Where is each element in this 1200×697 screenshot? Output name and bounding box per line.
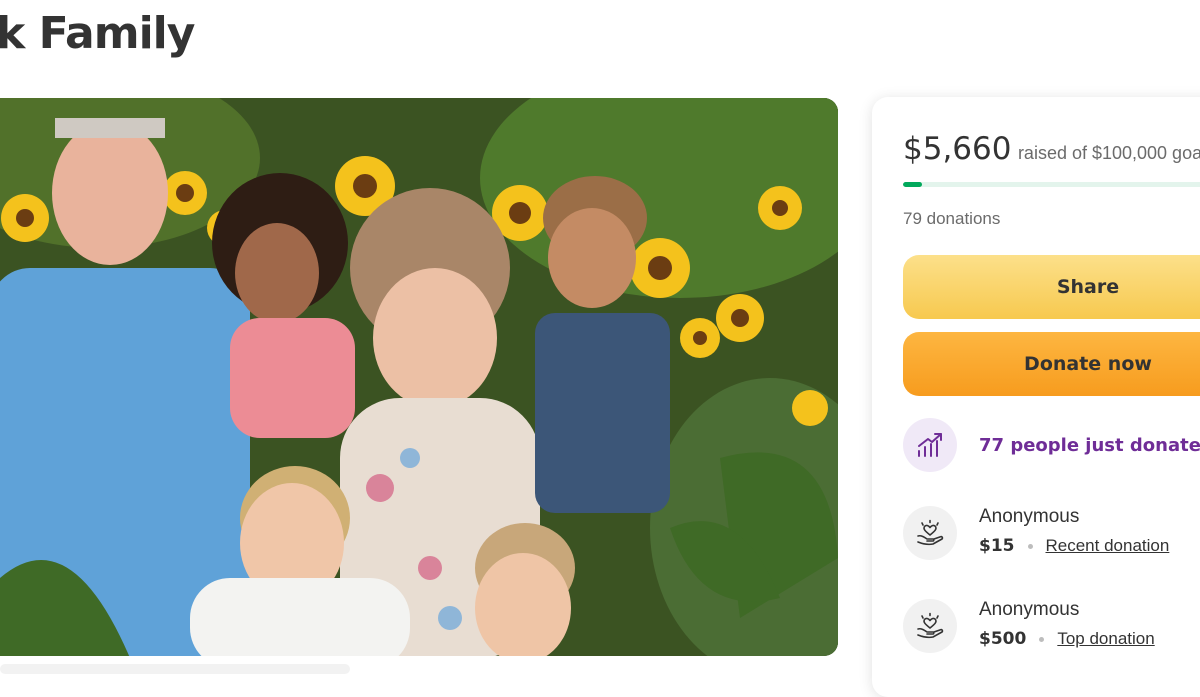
- progress-fill: [903, 182, 923, 187]
- donation-card: $5,660 raised of $100,000 goal 79 donati…: [872, 97, 1200, 697]
- donations-count: 79 donations: [903, 209, 1001, 228]
- separator-dot: [1039, 636, 1045, 642]
- donor-name: Anonymous: [979, 506, 1080, 527]
- trending-up-icon: [903, 418, 957, 472]
- donation-item: Anonymous $15 Recent donation: [903, 504, 1169, 560]
- donate-label: Donate now: [1024, 353, 1152, 375]
- raised-amount: $5,660: [903, 131, 1012, 167]
- raised-summary: $5,660 raised of $100,000 goal: [903, 131, 1200, 167]
- hero-photo: [0, 98, 838, 656]
- donation-item: Anonymous $500 Top donation: [903, 597, 1155, 653]
- recent-activity: 77 people just donated: [903, 417, 1200, 473]
- recent-donation-link[interactable]: Recent donation: [1046, 536, 1170, 556]
- goal-text: raised of $100,000 goal: [1017, 143, 1200, 163]
- recent-activity-text[interactable]: 77 people just donated: [979, 435, 1200, 456]
- page-title: k Family: [0, 8, 195, 59]
- donation-amount: $15: [979, 536, 1015, 556]
- donation-amount: $500: [979, 629, 1027, 649]
- progress-bar: [903, 182, 1200, 187]
- photo-caption-placeholder: [0, 664, 350, 674]
- separator-dot: [1027, 543, 1033, 549]
- heart-hand-icon: [903, 599, 957, 653]
- donate-now-button[interactable]: Donate now: [903, 332, 1200, 396]
- share-label: Share: [1056, 276, 1120, 298]
- share-button[interactable]: Share: [903, 255, 1200, 319]
- heart-hand-icon: [903, 506, 957, 560]
- top-donation-link[interactable]: Top donation: [1057, 629, 1154, 649]
- donor-name: Anonymous: [979, 599, 1080, 620]
